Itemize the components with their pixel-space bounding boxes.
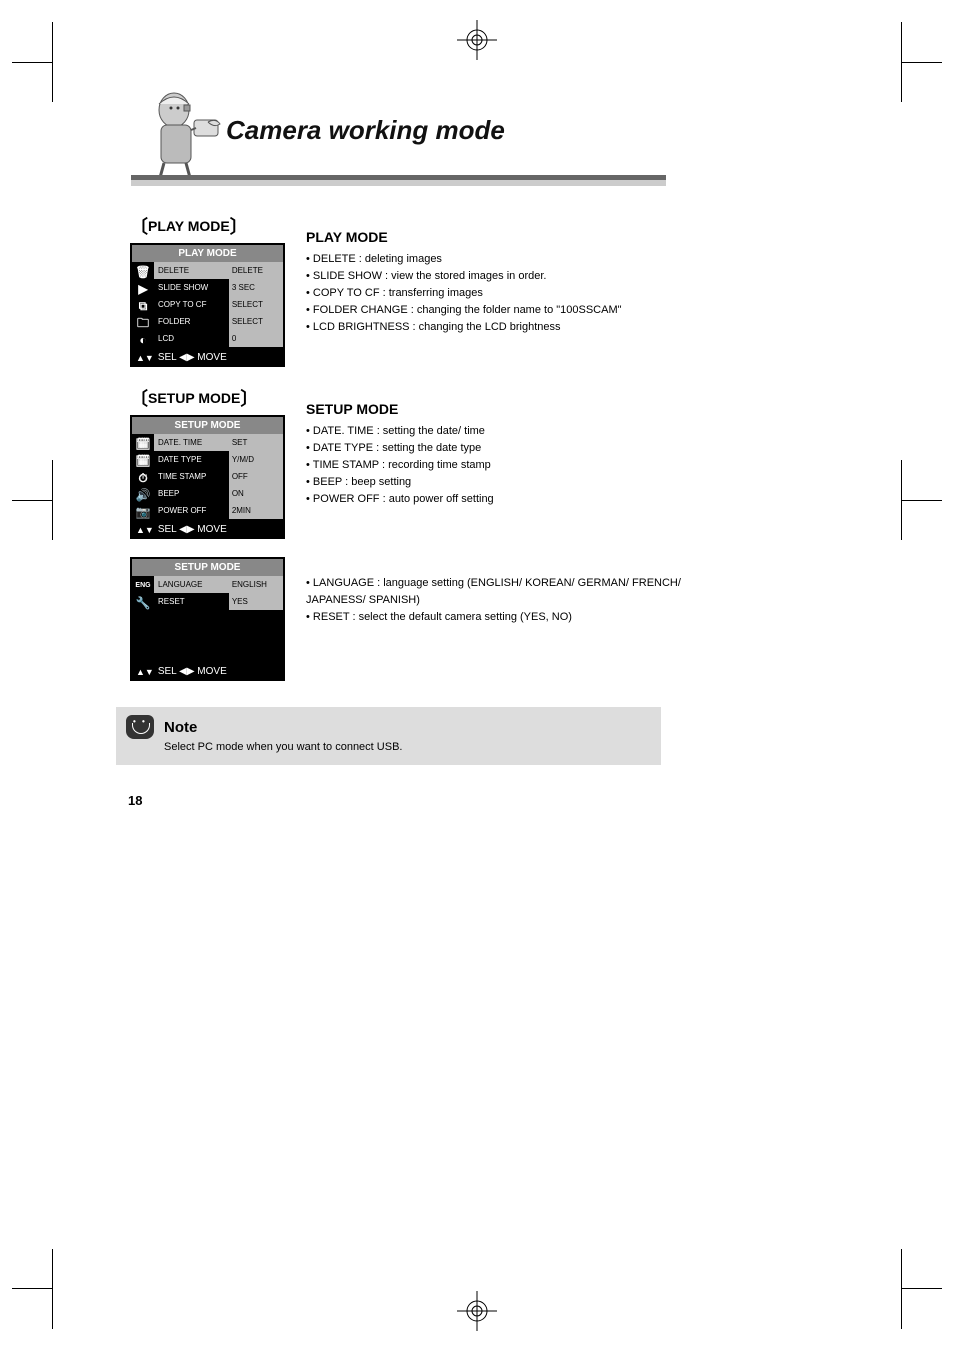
header-rule <box>131 180 666 186</box>
lcd-icon-column: 🗑 ▶ ⧉ 🗀 ◐ <box>132 262 154 350</box>
note-body: Select PC mode when you want to connect … <box>164 741 651 753</box>
lcd-menu-row <box>154 610 283 627</box>
page-title: Camera working mode <box>226 115 505 146</box>
copy-icon: ⧉ <box>134 298 152 314</box>
lcd-screenshot-play: PLAY MODE 🗑 ▶ ⧉ 🗀 ◐ DELETEDELETE SLIDE S… <box>130 243 285 367</box>
play-icon: ▶ <box>134 281 152 297</box>
list-item: RESET : select the default camera settin… <box>306 609 736 626</box>
date-type-icon: 🗓 <box>134 453 152 469</box>
description-list: DELETE : deleting images SLIDE SHOW : vi… <box>306 251 736 336</box>
lcd-menu-row: LCD0 <box>154 330 283 347</box>
trash-icon: 🗑 <box>134 264 152 280</box>
lcd-menu-row: RESETYES <box>154 593 283 610</box>
reset-icon: 🔧 <box>134 595 152 611</box>
list-item: DELETE : deleting images <box>306 251 736 268</box>
lcd-icon-column: ENG 🔧 <box>132 576 154 664</box>
list-item: FOLDER CHANGE : changing the folder name… <box>306 302 736 319</box>
power-icon: 📷 <box>134 504 152 520</box>
lcd-icon-column: 🗓 🗓 ⏱ 🔊 📷 <box>132 434 154 522</box>
list-item: SLIDE SHOW : view the stored images in o… <box>306 268 736 285</box>
lcd-header: SETUP MODE <box>132 417 283 434</box>
lcd-menu-row: TIME STAMPOFF <box>154 468 283 485</box>
note-box: Note Select PC mode when you want to con… <box>116 707 661 765</box>
lcd-menu-row: FOLDERSELECT <box>154 313 283 330</box>
register-mark-icon <box>457 1291 497 1331</box>
screen-label-text: PLAY MODE <box>148 218 230 234</box>
register-mark-icon <box>457 20 497 60</box>
brightness-icon: ◐ <box>134 332 152 348</box>
lcd-footer: ▲▼SEL ◀▶ MOVE <box>132 350 283 365</box>
lcd-header: PLAY MODE <box>132 245 283 262</box>
list-item: BEEP : beep setting <box>306 474 736 491</box>
lcd-screenshot-setup2: SETUP MODE ENG 🔧 LANGUAGEENGLISH RESETYE… <box>130 557 285 681</box>
mascot-illustration <box>126 80 226 190</box>
lcd-footer: ▲▼SEL ◀▶ MOVE <box>132 522 283 537</box>
lcd-menu-row: LANGUAGEENGLISH <box>154 576 283 593</box>
note-icon <box>126 715 154 739</box>
clock-icon: ⏱ <box>134 470 152 486</box>
sound-icon: 🔊 <box>134 487 152 503</box>
lcd-menu-row: SLIDE SHOW3 SEC <box>154 279 283 296</box>
lcd-header: SETUP MODE <box>132 559 283 576</box>
section-title: SETUP MODE <box>306 401 736 417</box>
description-list: LANGUAGE : language setting (ENGLISH/ KO… <box>306 575 736 626</box>
language-icon: ENG <box>134 578 152 594</box>
lcd-menu-row <box>154 644 283 661</box>
lcd-menu-row: DATE. TIMESET <box>154 434 283 451</box>
list-item: DATE TYPE : setting the date type <box>306 440 736 457</box>
page-number: 18 <box>128 793 736 808</box>
list-item: LANGUAGE : language setting (ENGLISH/ KO… <box>306 575 736 609</box>
screen-label: 〔SETUP MODE〕 <box>116 385 286 411</box>
description-list: DATE. TIME : setting the date/ time DATE… <box>306 423 736 508</box>
list-item: POWER OFF : auto power off setting <box>306 491 736 508</box>
lcd-menu-row: POWER OFF2MIN <box>154 502 283 519</box>
lcd-screenshot-setup: SETUP MODE 🗓 🗓 ⏱ 🔊 📷 DATE. TIMESET DATE … <box>130 415 285 539</box>
lcd-menu-row: DELETEDELETE <box>154 262 283 279</box>
lcd-menu-row: BEEPON <box>154 485 283 502</box>
note-title: Note <box>164 719 197 736</box>
list-item: DATE. TIME : setting the date/ time <box>306 423 736 440</box>
screen-label: 〔PLAY MODE〕 <box>116 213 286 239</box>
list-item: TIME STAMP : recording time stamp <box>306 457 736 474</box>
list-item: LCD BRIGHTNESS : changing the LCD bright… <box>306 319 736 336</box>
lcd-menu-row: COPY TO CFSELECT <box>154 296 283 313</box>
section-title: PLAY MODE <box>306 229 736 245</box>
folder-icon: 🗀 <box>134 315 152 331</box>
calendar-icon: 🗓 <box>134 436 152 452</box>
list-item: COPY TO CF : transferring images <box>306 285 736 302</box>
lcd-menu-row: DATE TYPEY/M/D <box>154 451 283 468</box>
screen-label-text: SETUP MODE <box>148 390 240 406</box>
lcd-footer: ▲▼SEL ◀▶ MOVE <box>132 664 283 679</box>
lcd-menu-row <box>154 627 283 644</box>
